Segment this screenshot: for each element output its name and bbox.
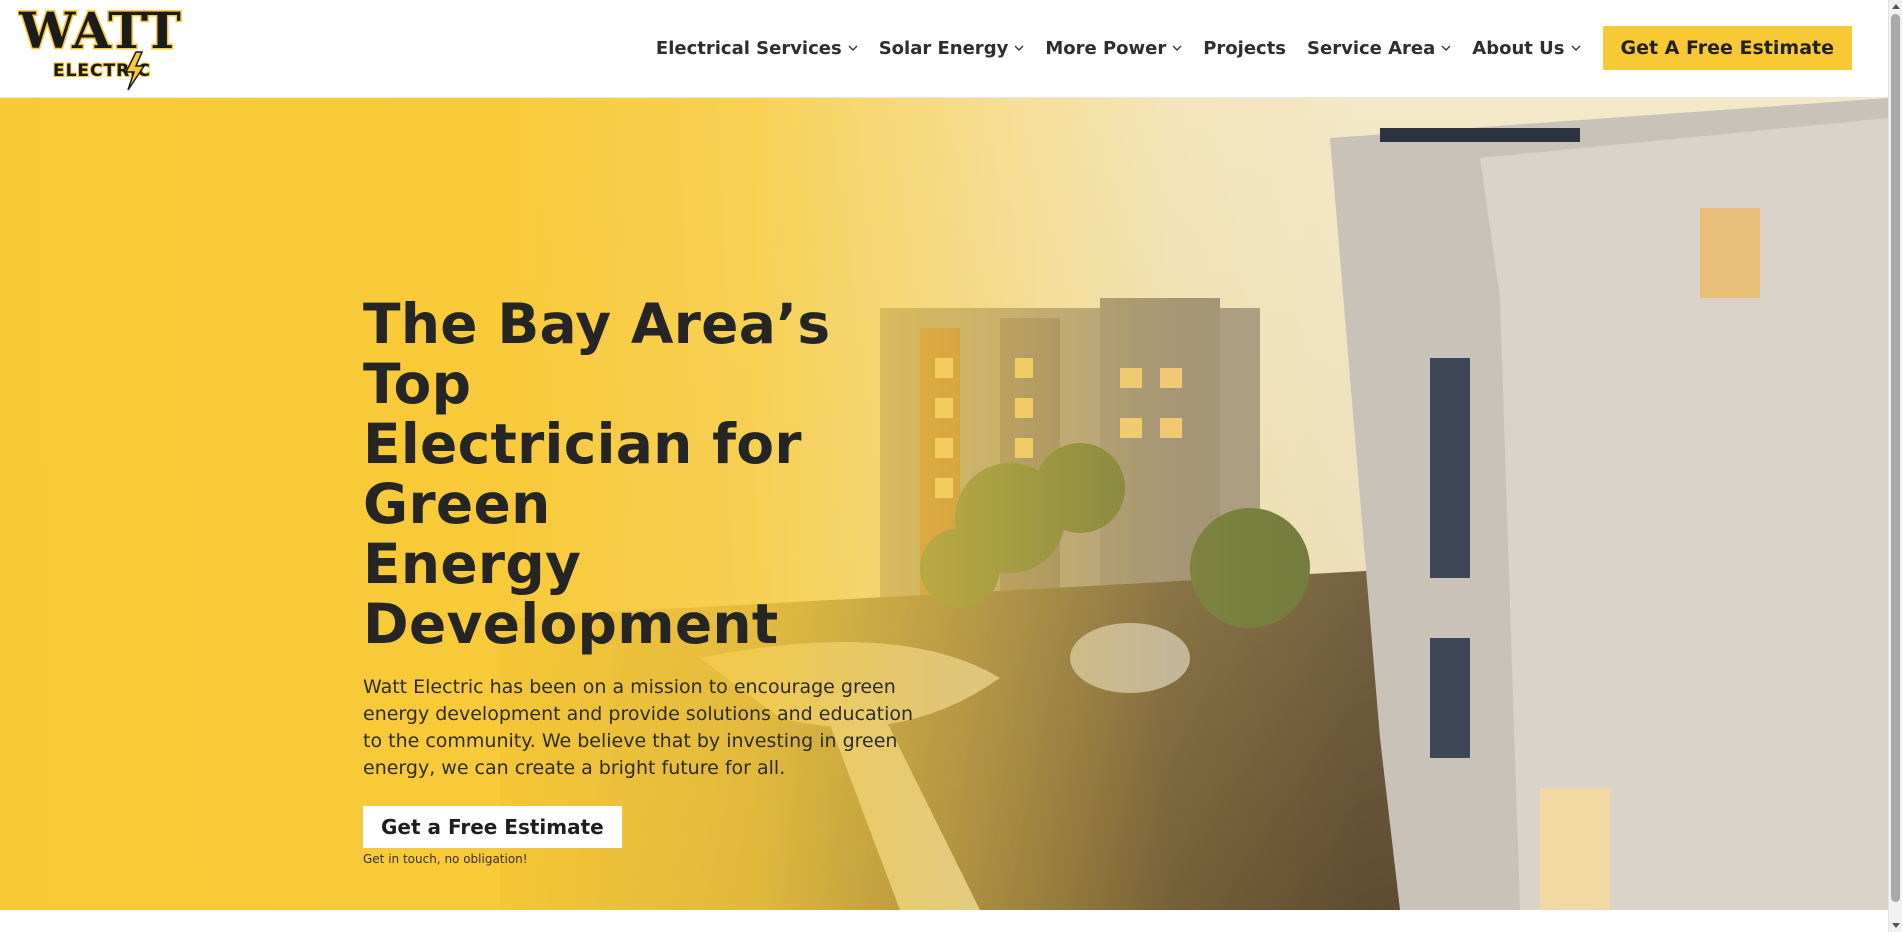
watt-electric-logo[interactable]: WATT ELECTRIC — [17, 0, 182, 92]
chevron-down-icon — [848, 45, 858, 51]
nav-item-more-power[interactable]: More Power — [1045, 38, 1182, 59]
nav-label: Solar Energy — [878, 37, 1009, 59]
hero-section: The Bay Area’s Top Electrician for Green… — [0, 98, 1888, 910]
page-scrollbar[interactable] — [1888, 0, 1902, 932]
nav-item-electrical-services[interactable]: Electrical Services — [656, 38, 858, 59]
arrow-up-icon[interactable] — [1892, 4, 1900, 9]
hero-title-line: The Bay Area’s Top — [363, 292, 831, 416]
hero-description: Watt Electric has been on a mission to e… — [363, 676, 914, 779]
chevron-down-icon — [1014, 45, 1024, 51]
nav-label: Electrical Services — [655, 37, 842, 59]
hero-title: The Bay Area’s Top Electrician for Green… — [363, 294, 943, 654]
hero-content: The Bay Area’s Top Electrician for Green… — [363, 294, 943, 866]
nav-label: Projects — [1203, 37, 1287, 59]
hero-note: Get in touch, no obligation! — [363, 852, 528, 866]
main-navigation: Electrical Services Solar Energy More Po… — [635, 26, 1852, 70]
site-header: WATT ELECTRIC Electrical Services Solar … — [0, 0, 1888, 98]
hero-estimate-button[interactable]: Get a Free Estimate — [363, 806, 622, 848]
nav-label: Service Area — [1307, 37, 1436, 59]
hero-background-image — [0, 98, 1888, 910]
nav-label: More Power — [1045, 37, 1167, 59]
nav-item-projects[interactable]: Projects — [1203, 38, 1286, 59]
chevron-down-icon — [1441, 45, 1451, 51]
chevron-down-icon — [1172, 45, 1182, 51]
hero-title-line: Electrician for Green — [363, 412, 802, 536]
nav-label: About Us — [1472, 37, 1565, 59]
header-estimate-button[interactable]: Get A Free Estimate — [1602, 26, 1852, 70]
hero-title-line: Energy Development — [363, 532, 779, 656]
logo-top-text: WATT — [18, 2, 181, 60]
nav-item-solar-energy[interactable]: Solar Energy — [879, 38, 1025, 59]
nav-item-service-area[interactable]: Service Area — [1307, 38, 1451, 59]
chevron-down-icon — [1571, 45, 1580, 51]
nav-item-about-us[interactable]: About Us — [1472, 38, 1580, 59]
scrollbar-thumb[interactable] — [1891, 14, 1900, 902]
arrow-down-icon[interactable] — [1892, 923, 1900, 928]
